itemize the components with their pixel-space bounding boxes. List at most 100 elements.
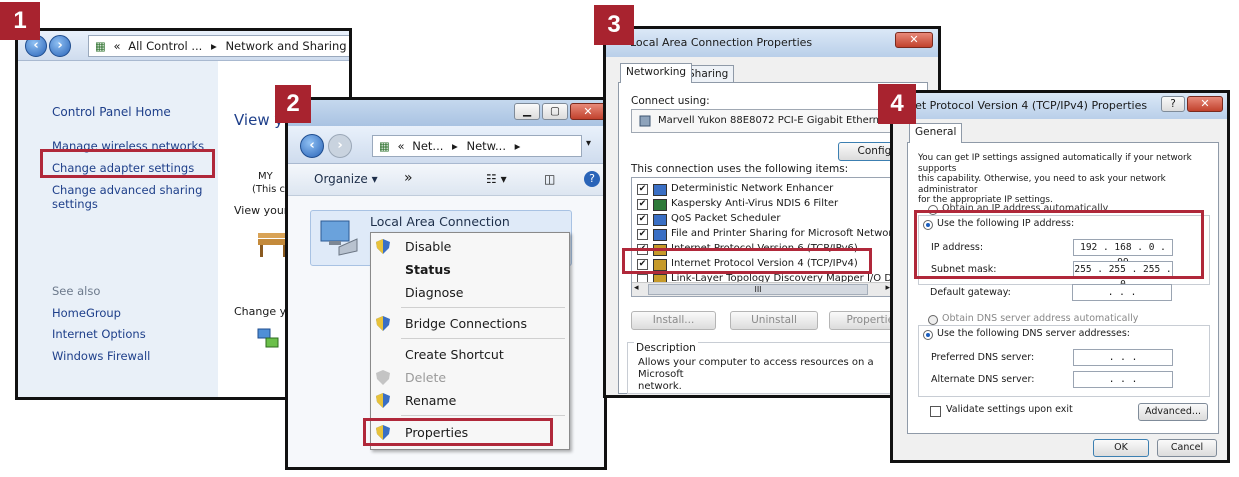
breadcrumb[interactable]: ▦ « All Control ... ▸ Network and Sharin… xyxy=(88,35,349,57)
breadcrumb-network-connections[interactable]: Netw... xyxy=(466,139,506,153)
list-item[interactable]: ✔ Deterministic Network Enhancer xyxy=(632,182,892,197)
list-item[interactable]: ✔ QoS Packet Scheduler xyxy=(632,212,892,227)
menu-item-label: Create Shortcut xyxy=(405,347,504,362)
command-bar: Organize ▾ » ☷ ▾ ◫ ? xyxy=(288,164,604,196)
item-checkbox[interactable]: ✔ xyxy=(637,199,648,210)
menu-item-label: Disable xyxy=(405,239,452,254)
items-label: This connection uses the following items… xyxy=(631,163,849,175)
sidebar-link-firewall[interactable]: Windows Firewall xyxy=(52,349,150,363)
network-name-fragment: MY xyxy=(258,171,273,182)
sidebar: Control Panel Home Manage wireless netwo… xyxy=(18,61,218,397)
highlight-properties xyxy=(363,418,553,446)
help-icon[interactable]: ? xyxy=(584,171,600,187)
install-button[interactable]: Install... xyxy=(631,311,716,330)
alternate-dns-input[interactable]: . . . xyxy=(1073,371,1173,388)
network-setup-icon xyxy=(257,328,279,348)
step-badge-3: 3 xyxy=(594,5,634,45)
network-adapter-icon xyxy=(320,220,358,256)
horizontal-scrollbar[interactable]: ◂ III ▸ xyxy=(632,282,892,296)
breadcrumb-network-sharing[interactable]: Network and Sharing Cente xyxy=(225,39,349,53)
cancel-button[interactable]: Cancel xyxy=(1157,439,1217,457)
menu-item-delete[interactable]: Delete xyxy=(371,366,569,389)
menu-separator xyxy=(401,415,565,416)
close-button[interactable]: ✕ xyxy=(570,103,604,120)
preferred-dns-input[interactable]: . . . xyxy=(1073,349,1173,366)
control-panel-icon: ▦ xyxy=(379,139,390,153)
radio-use-dns[interactable] xyxy=(923,330,933,340)
sidebar-link-advanced-sharing[interactable]: Change advanced sharing settings xyxy=(52,183,202,211)
description-group: Description Allows your computer to acce… xyxy=(627,342,921,394)
sidebar-link-home[interactable]: Control Panel Home xyxy=(52,105,171,119)
radio-obtain-dns[interactable] xyxy=(928,315,938,325)
menu-separator xyxy=(401,338,565,339)
minimize-button[interactable]: ▁ xyxy=(514,103,540,120)
validate-checkbox[interactable] xyxy=(930,406,941,417)
menu-item-bridge[interactable]: Bridge Connections xyxy=(371,312,569,335)
preferred-dns-label: Preferred DNS server: xyxy=(931,352,1035,363)
sidebar-link-homegroup[interactable]: HomeGroup xyxy=(52,306,121,320)
breadcrumb-control-panel[interactable]: All Control ... xyxy=(128,39,202,53)
close-button[interactable]: ✕ xyxy=(895,32,933,48)
tab-page: Connect using: Marvell Yukon 88E8072 PCI… xyxy=(618,82,929,394)
advanced-button[interactable]: Advanced... xyxy=(1138,403,1208,421)
list-item-label: Deterministic Network Enhancer xyxy=(671,183,834,194)
obtain-dns-label: Obtain DNS server address automatically xyxy=(942,313,1139,324)
ok-button[interactable]: OK xyxy=(1093,439,1149,457)
address-bar: ‹ › ▦ « All Control ... ▸ Network and Sh… xyxy=(18,31,349,61)
network-card-icon xyxy=(639,115,651,127)
uninstall-button[interactable]: Uninstall xyxy=(730,311,818,330)
list-item-label: QoS Packet Scheduler xyxy=(671,213,781,224)
alternate-dns-label: Alternate DNS server: xyxy=(931,374,1035,385)
use-dns-label: Use the following DNS server addresses: xyxy=(937,328,1130,339)
more-commands-button[interactable]: » xyxy=(404,170,413,186)
menu-item-label: Status xyxy=(405,262,451,277)
close-button[interactable]: ✕ xyxy=(1187,96,1223,112)
list-item-label: Kaspersky Anti-Virus NDIS 6 Filter xyxy=(671,198,839,209)
dns-group: Use the following DNS server addresses: … xyxy=(918,325,1210,397)
view-options-icon[interactable]: ☷ ▾ xyxy=(486,172,507,186)
item-checkbox[interactable]: ✔ xyxy=(637,229,648,240)
network-component-icon xyxy=(653,184,667,196)
highlight-ip-settings xyxy=(914,210,1204,279)
menu-item-create-shortcut[interactable]: Create Shortcut xyxy=(371,343,569,366)
list-item[interactable]: ✔ Kaspersky Anti-Virus NDIS 6 Filter xyxy=(632,197,892,212)
menu-item-label: Delete xyxy=(405,370,447,385)
uac-shield-icon xyxy=(376,393,390,408)
menu-item-disable[interactable]: Disable xyxy=(371,235,569,258)
item-checkbox[interactable]: ✔ xyxy=(637,214,648,225)
default-gateway-label: Default gateway: xyxy=(930,287,1011,298)
step-badge-4: 4 xyxy=(878,84,916,124)
items-list: ✔ Deterministic Network Enhancer ✔ Kaspersk… xyxy=(631,177,893,297)
dropdown-icon[interactable]: ▾ xyxy=(586,138,591,149)
forward-icon[interactable]: › xyxy=(49,35,71,57)
uac-shield-icon xyxy=(376,316,390,331)
menu-item-status[interactable]: Status xyxy=(371,258,569,281)
maximize-button[interactable]: ▢ xyxy=(542,103,568,120)
tab-general[interactable]: General xyxy=(909,123,963,143)
description-text: Allows your computer to access resources… xyxy=(638,357,874,392)
menu-item-diagnose[interactable]: Diagnose xyxy=(371,281,569,304)
tab-networking[interactable]: Networking xyxy=(620,63,693,83)
menu-item-rename[interactable]: Rename xyxy=(371,389,569,412)
list-item[interactable]: ✔ File and Printer Sharing for Microsoft … xyxy=(632,227,892,242)
window-titlebar: ▁ ▢ ✕ xyxy=(288,100,604,126)
back-icon[interactable]: ‹ xyxy=(300,134,324,158)
item-checkbox[interactable]: ✔ xyxy=(637,184,648,195)
help-button[interactable]: ? xyxy=(1161,96,1185,112)
scroll-thumb[interactable]: III xyxy=(648,284,868,295)
network-component-icon xyxy=(653,214,667,226)
forward-icon[interactable]: › xyxy=(328,134,352,158)
view-networks-fragment: View your xyxy=(234,204,289,217)
preview-pane-icon[interactable]: ◫ xyxy=(544,172,555,186)
organize-button[interactable]: Organize ▾ xyxy=(314,172,378,186)
connect-using-label: Connect using: xyxy=(631,95,710,107)
sidebar-link-internet-options[interactable]: Internet Options xyxy=(52,327,146,341)
default-gateway-input[interactable]: . . . xyxy=(1072,284,1172,301)
scroll-left-icon[interactable]: ◂ xyxy=(634,283,639,293)
dialog-title: Local Area Connection Properties xyxy=(630,36,813,49)
breadcrumb[interactable]: ▦ « Net... ▸ Netw... ▸ xyxy=(372,135,582,157)
list-item-label: File and Printer Sharing for Microsoft N… xyxy=(671,228,893,239)
network-component-icon xyxy=(653,229,667,241)
see-also-heading: See also xyxy=(52,284,101,298)
breadcrumb-network[interactable]: Net... xyxy=(412,139,443,153)
